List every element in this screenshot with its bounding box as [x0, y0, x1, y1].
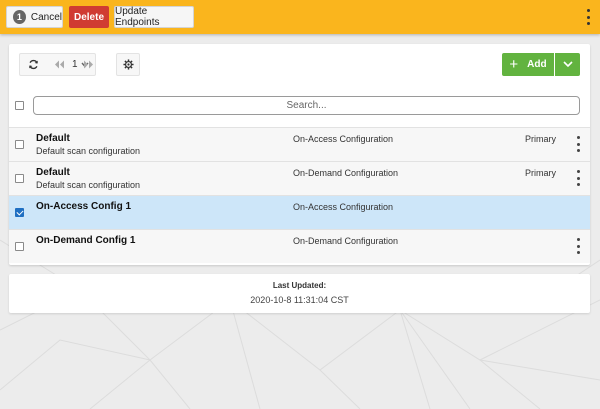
configurations-panel: 1 + Add Search... Default Default scan c…: [9, 44, 590, 265]
top-action-bar: 1 Cancel Delete Update Endpoints: [0, 0, 600, 34]
row-priority: Primary: [525, 134, 556, 144]
grid-navigation-toolbar: 1: [19, 53, 96, 76]
selection-count-badge: 1: [13, 10, 26, 24]
row-name: Default: [36, 133, 70, 144]
row-type: On-Access Configuration: [293, 202, 394, 212]
row-more-options-icon[interactable]: [574, 170, 582, 186]
page-number: 1: [72, 59, 78, 70]
row-type: On-Demand Configuration: [293, 236, 399, 246]
update-endpoints-button[interactable]: Update Endpoints: [114, 6, 194, 28]
row-more-options-icon[interactable]: [574, 136, 582, 152]
row-priority: Primary: [525, 168, 556, 178]
row-type: On-Demand Configuration: [293, 168, 399, 178]
last-page-button[interactable]: [82, 54, 95, 75]
row-checkbox[interactable]: [15, 208, 24, 217]
double-chevron-left-icon: [55, 60, 64, 69]
last-updated-card: Last Updated: 2020-10-8 11:31:04 CST: [9, 274, 590, 313]
select-all-checkbox[interactable]: [15, 101, 24, 110]
table-row[interactable]: Default Default scan configuration On-Dema…: [9, 161, 590, 195]
delete-button[interactable]: Delete: [69, 6, 109, 28]
row-checkbox[interactable]: [15, 140, 24, 149]
search-input[interactable]: [33, 96, 580, 115]
table-row[interactable]: On-Demand Config 1 On-Demand Configuratio…: [9, 229, 590, 263]
row-name: On-Access Config 1: [36, 201, 132, 212]
cancel-button[interactable]: 1 Cancel: [6, 6, 63, 28]
row-description: Default scan configuration: [36, 146, 141, 156]
configurations-list: Default Default scan configuration On-Acce…: [9, 127, 590, 263]
cancel-button-label: Cancel: [30, 11, 62, 23]
refresh-button[interactable]: [20, 54, 47, 75]
row-name: On-Demand Config 1: [36, 235, 136, 246]
row-description: Default scan configuration: [36, 180, 141, 190]
table-row[interactable]: Default Default scan configuration On-Acce…: [9, 127, 590, 161]
plus-icon: +: [509, 56, 519, 73]
row-name: Default: [36, 167, 70, 178]
add-button[interactable]: + Add: [502, 53, 554, 76]
last-updated-value: 2020-10-8 11:31:04 CST: [250, 295, 349, 305]
chevron-down-icon: [562, 61, 573, 68]
add-button-label: Add: [527, 59, 547, 70]
last-updated-label: Last Updated:: [272, 281, 327, 290]
double-chevron-right-icon: [84, 60, 93, 69]
row-checkbox[interactable]: [15, 174, 24, 183]
gear-icon: [122, 59, 134, 70]
refresh-icon: [29, 59, 38, 70]
more-options-icon[interactable]: [583, 8, 593, 26]
first-page-button[interactable]: [53, 54, 66, 75]
add-dropdown-button[interactable]: [555, 53, 580, 76]
grid-settings-button[interactable]: [116, 53, 140, 76]
row-type: On-Access Configuration: [293, 134, 394, 144]
row-more-options-icon[interactable]: [574, 238, 582, 254]
row-checkbox[interactable]: [15, 242, 24, 251]
table-row[interactable]: On-Access Config 1 On-Access Configuratio…: [9, 195, 590, 229]
